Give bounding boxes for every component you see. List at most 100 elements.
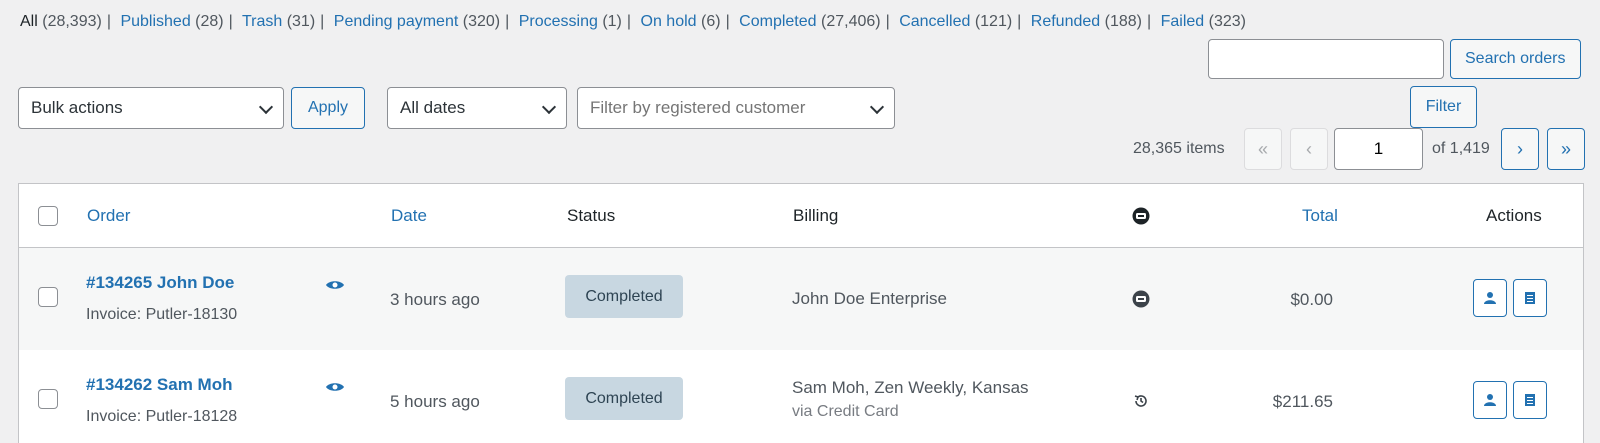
view-processing-count: (1)	[602, 13, 622, 30]
view-completed[interactable]: Completed (27,406)	[739, 13, 880, 30]
bulk-actions-select[interactable]: Bulk actions	[18, 87, 284, 129]
search-input[interactable]	[1208, 39, 1444, 79]
view-all[interactable]: All (28,393)	[20, 13, 102, 30]
view-refunded[interactable]: Refunded (188)	[1031, 13, 1142, 30]
separator: |	[320, 13, 325, 30]
view-trash[interactable]: Trash (31)	[242, 13, 315, 30]
total-pages: of 1,419	[1432, 140, 1490, 157]
separator: |	[106, 13, 111, 30]
orders-table: Order Date Status Billing Total Actions …	[18, 183, 1584, 443]
row-checkbox[interactable]	[38, 287, 58, 307]
order-search-box: Search orders	[1208, 39, 1581, 79]
dates-value: All dates	[400, 98, 466, 117]
select-all-checkbox[interactable]	[38, 206, 58, 226]
view-on-hold-link[interactable]: On hold	[641, 13, 697, 30]
prev-page-button[interactable]: ‹	[1290, 128, 1328, 170]
column-order[interactable]: Order	[87, 206, 130, 226]
user-icon	[1484, 394, 1496, 406]
order-date: 3 hours ago	[390, 290, 480, 309]
view-pending-payment[interactable]: Pending payment (320)	[334, 13, 500, 30]
first-page-button[interactable]: «	[1244, 128, 1282, 170]
apply-button[interactable]: Apply	[291, 87, 365, 129]
order-date: 5 hours ago	[390, 392, 480, 411]
filter-button[interactable]: Filter	[1410, 86, 1477, 128]
status-badge: Completed	[565, 275, 683, 318]
column-date[interactable]: Date	[391, 206, 427, 226]
current-page-input[interactable]	[1334, 128, 1423, 170]
invoice-button[interactable]	[1513, 279, 1547, 317]
chevron-down-icon	[869, 99, 885, 115]
column-billing: Billing	[793, 206, 839, 225]
chevron-down-icon	[258, 99, 274, 115]
view-on-hold-count: (6)	[701, 13, 721, 30]
view-published[interactable]: Published (28)	[120, 13, 223, 30]
separator: |	[885, 13, 890, 30]
status-badge: Completed	[565, 377, 683, 420]
billing-address: Sam Moh, Zen Weekly, Kansas	[792, 378, 1029, 397]
separator: |	[626, 13, 632, 30]
view-failed-count: (323)	[1208, 13, 1246, 30]
status-filter-links: All (28,393) | Published (28) | Trash (31)…	[20, 13, 1246, 31]
view-pending-payment-count: (320)	[462, 13, 501, 30]
invoice-button[interactable]	[1513, 381, 1547, 419]
view-trash-link[interactable]: Trash	[242, 13, 282, 30]
view-failed[interactable]: Failed (323)	[1161, 13, 1246, 30]
eye-icon[interactable]	[325, 279, 345, 291]
chat-bubble-icon	[1132, 207, 1150, 225]
view-completed-count: (27,406)	[821, 13, 881, 30]
separator: |	[228, 13, 233, 30]
invoice-number: Invoice: Putler-18130	[86, 306, 238, 323]
history-icon	[1134, 395, 1147, 407]
view-processing[interactable]: Processing (1)	[519, 13, 622, 30]
view-on-hold[interactable]: On hold (6)	[641, 13, 721, 30]
row-checkbox[interactable]	[38, 389, 58, 409]
separator: |	[505, 13, 510, 30]
view-refunded-link[interactable]: Refunded	[1031, 13, 1100, 30]
view-cancelled[interactable]: Cancelled (121)	[899, 13, 1012, 30]
document-icon	[1525, 292, 1535, 304]
billing-address: John Doe Enterprise	[792, 289, 947, 308]
column-actions: Actions	[1486, 206, 1542, 225]
payment-method: via Credit Card	[792, 403, 899, 420]
column-status: Status	[567, 206, 616, 225]
items-count: 28,365 items	[1133, 140, 1225, 157]
order-total: $0.00	[1290, 290, 1333, 309]
table-header: Order Date Status Billing Total Actions	[19, 184, 1583, 248]
next-page-button[interactable]: ›	[1501, 128, 1539, 170]
view-all-count: (28,393)	[42, 13, 102, 30]
view-customer-button[interactable]	[1473, 279, 1507, 317]
view-pending-payment-link[interactable]: Pending payment	[334, 13, 459, 30]
chevron-down-icon	[541, 99, 557, 115]
view-processing-link[interactable]: Processing	[519, 13, 598, 30]
view-published-link[interactable]: Published	[120, 13, 190, 30]
column-total[interactable]: Total	[1302, 206, 1338, 226]
view-customer-button[interactable]	[1473, 381, 1507, 419]
view-all-label: All	[20, 13, 38, 30]
view-trash-count: (31)	[286, 13, 316, 30]
customer-filter-select[interactable]: Filter by registered customer	[577, 87, 895, 129]
view-cancelled-count: (121)	[974, 13, 1013, 30]
chat-bubble-icon	[1132, 290, 1150, 308]
user-icon	[1484, 292, 1496, 304]
view-cancelled-link[interactable]: Cancelled	[899, 13, 970, 30]
separator: |	[1146, 13, 1152, 30]
customer-filter-placeholder: Filter by registered customer	[590, 98, 806, 117]
table-row[interactable]: #134265 John Doe Invoice: Putler-18130 3…	[19, 248, 1583, 350]
view-failed-link[interactable]: Failed	[1161, 13, 1205, 30]
separator: |	[725, 13, 730, 30]
table-row[interactable]: #134262 Sam Moh Invoice: Putler-18128 5 …	[19, 350, 1583, 443]
view-completed-link[interactable]: Completed	[739, 13, 816, 30]
last-page-button[interactable]: »	[1547, 128, 1585, 170]
view-refunded-count: (188)	[1104, 13, 1142, 30]
eye-icon[interactable]	[325, 381, 345, 393]
search-orders-button[interactable]: Search orders	[1450, 39, 1581, 79]
separator: |	[1017, 13, 1022, 30]
document-icon	[1525, 394, 1535, 406]
order-link[interactable]: #134265 John Doe	[86, 273, 234, 293]
order-total: $211.65	[1272, 392, 1333, 411]
invoice-number: Invoice: Putler-18128	[86, 408, 238, 425]
dates-select[interactable]: All dates	[387, 87, 567, 129]
bulk-actions-value: Bulk actions	[31, 98, 123, 117]
order-link[interactable]: #134262 Sam Moh	[86, 375, 232, 395]
view-published-count: (28)	[195, 13, 224, 30]
